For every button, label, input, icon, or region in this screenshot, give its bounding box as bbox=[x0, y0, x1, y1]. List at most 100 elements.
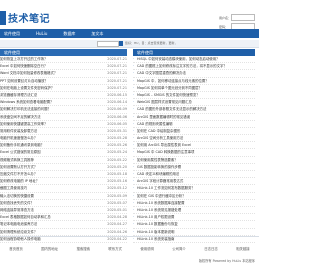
article-title[interactable]: 系统盘空间不足的解决方法 bbox=[0, 114, 90, 120]
list-item[interactable]: HiLink-10 版本更新说明 bbox=[133, 229, 255, 236]
nav-item-software[interactable]: 软件使用 bbox=[0, 31, 28, 37]
list-item[interactable]: 视频格式转换工具推荐 2020-05-22 bbox=[0, 157, 127, 164]
article-title[interactable]: 如何恢复上次打开过的工作簿？ bbox=[0, 56, 90, 62]
article-title[interactable]: PPT 如何设置幻灯片自动播放？ bbox=[0, 78, 90, 84]
article-date: 2020-06-14 bbox=[107, 100, 127, 105]
footer-link[interactable]: 日志日志 bbox=[204, 246, 218, 251]
list-item[interactable]: 笔记本电脑电池保养方法 2020-04-27 bbox=[0, 221, 127, 229]
list-item[interactable]: HiLink-10 工作流如何发布数据服务？ bbox=[133, 185, 255, 193]
list-item[interactable]: 如何用 ArcGIS 导出属性表到 Excel bbox=[133, 142, 255, 150]
list-item[interactable]: 系统盘空间不足的解决方法 2020-06-06 bbox=[0, 114, 127, 121]
search-button[interactable] bbox=[119, 41, 123, 46]
list-item[interactable]: Windows 系统如何查看电脑配置？ 2020-06-14 bbox=[0, 99, 127, 107]
list-item[interactable]: HiLink-10 数据备份与恢复 bbox=[133, 221, 255, 229]
list-item[interactable]: 如何恢复上次打开过的工作簿？ 2020-07-21 bbox=[0, 56, 127, 64]
left-panel-title: 软件使用 bbox=[0, 49, 127, 56]
footer-link[interactable]: 首页首页 bbox=[9, 246, 23, 251]
article-title[interactable]: 浏览器缓存清理方法汇总 bbox=[0, 92, 90, 98]
list-item[interactable]: 如何解决打印机无法连接的问题？ 2020-06-09 bbox=[0, 106, 127, 114]
article-title[interactable]: 如何修改电脑的 IP 地址？ bbox=[0, 178, 90, 184]
list-item[interactable]: 如何清理系统垃圾文件？ 2020-04-26 bbox=[0, 229, 127, 236]
article-title[interactable]: 如何在电脑上设置文件夹密码保护？ bbox=[0, 85, 90, 91]
article-date: 2020-05-24 bbox=[107, 150, 127, 155]
list-item[interactable]: 常用软件安装及卸载方法 2020-05-31 bbox=[0, 128, 127, 136]
article-title[interactable]: Excel 表格数据如何自动求和汇总 bbox=[0, 214, 90, 220]
list-item[interactable]: GIS 数据投影转换的操作步骤 bbox=[133, 164, 255, 171]
article-date: 2020-06-15 bbox=[107, 92, 127, 97]
article-title[interactable]: 如何备份手机通讯录到电脑？ bbox=[0, 142, 90, 148]
list-item[interactable]: Excel 公式错误的常见原因 2020-05-24 bbox=[0, 149, 127, 157]
list-item[interactable]: CAD 的图形外部参照文件无法显示的解决方法 bbox=[133, 106, 255, 114]
article-title[interactable]: Excel 公式错误的常见原因 bbox=[0, 149, 90, 155]
list-item[interactable]: HiLink-10 用户权限设置 bbox=[133, 214, 255, 222]
list-item[interactable]: 电脑开机速度慢怎么办？ 2020-05-28 bbox=[0, 135, 127, 143]
nav-item-database[interactable]: 数据库 bbox=[55, 31, 83, 37]
list-item[interactable]: WebGIS 图层样式设置常见问题汇总 bbox=[133, 99, 255, 107]
list-item[interactable]: 浏览器缓存清理方法汇总 2020-06-15 bbox=[0, 92, 127, 100]
list-item[interactable]: 如何在 GIS 中进行缓冲区分析？ bbox=[133, 193, 255, 200]
article-title[interactable]: 压缩文件打不开怎么办？ bbox=[0, 171, 90, 177]
article-title[interactable]: 如何解决打印机无法连接的问题？ bbox=[0, 106, 90, 112]
article-date: 2020-07-21 bbox=[107, 85, 127, 90]
list-item[interactable]: HiSQL 中如何安装动态模块使用，如何动态启动使用？ bbox=[133, 56, 255, 64]
nav-item-text[interactable]: 加文本 bbox=[83, 31, 111, 37]
list-item[interactable]: Word 文档中如何批量修改表格格式？ 2020-07-21 bbox=[0, 70, 127, 78]
username-input[interactable] bbox=[231, 14, 255, 21]
list-item[interactable]: MapGIS 中 CAD 转换数据的注意事项 bbox=[133, 149, 255, 157]
footer-link[interactable]: 搜索搜索 bbox=[76, 246, 90, 251]
list-item[interactable]: CAD 的图框上如何修改标注文字的方法，将不显示的文字？ bbox=[133, 63, 255, 71]
list-item[interactable]: 输入法切换的快捷设置 2020-05-09 bbox=[0, 193, 127, 200]
list-item[interactable]: MapGIS 中，如何移动连接点与线元素的位置？ bbox=[133, 78, 255, 85]
article-date: 2020-07-21 bbox=[107, 71, 127, 76]
list-item[interactable]: 如何使用快捷键提高工作效率？ 2020-06-05 bbox=[0, 121, 127, 128]
list-item[interactable]: 如何查找丢失的文件？ 2020-05-07 bbox=[0, 200, 127, 207]
list-item[interactable]: MapGIS 如何将单个图元划分到不同图层？ bbox=[133, 85, 255, 92]
article-date: 2020-06-09 bbox=[107, 107, 127, 112]
article-title[interactable]: 常用软件安装及卸载方法 bbox=[0, 128, 90, 134]
footer-link[interactable]: 公司简介 bbox=[172, 246, 186, 251]
article-title[interactable]: 截图工具使用技巧 bbox=[0, 185, 90, 191]
list-item[interactable]: 如何设置默认打开方式？ 2020-05-20 bbox=[0, 164, 127, 171]
article-title[interactable]: 如何使用快捷键提高工作效率？ bbox=[0, 121, 90, 127]
list-item[interactable]: ArcGIS 空间分析工具使用方法 bbox=[133, 135, 255, 143]
list-item[interactable]: 如何备份手机通讯录到电脑？ 2020-05-26 bbox=[0, 142, 127, 150]
article-title[interactable]: 如何清理系统垃圾文件？ bbox=[0, 229, 90, 235]
list-item[interactable]: 压缩文件打不开怎么办？ 2020-05-18 bbox=[0, 171, 127, 179]
list-item[interactable]: HiLink-10 系统数据库连接配置 bbox=[133, 200, 255, 207]
list-item[interactable]: 如何修改电脑的 IP 地址？ 2020-05-16 bbox=[0, 178, 127, 186]
list-item[interactable]: 如何在 CAD 中绘制复杂图形 bbox=[133, 128, 255, 136]
article-title[interactable]: Word 文档中如何批量修改表格格式？ bbox=[0, 70, 90, 76]
password-label: 密码： bbox=[219, 24, 229, 29]
article-title[interactable]: Windows 系统如何查看电脑配置？ bbox=[0, 99, 90, 105]
header: 技术笔记 用户名： 密码： bbox=[0, 0, 259, 30]
site-logo[interactable]: 技术笔记 bbox=[0, 10, 50, 25]
list-item[interactable]: 网络连接异常排查方法 2020-05-01 bbox=[0, 207, 127, 215]
list-item[interactable]: HiLink-10 系统常见报错处理 bbox=[133, 207, 255, 215]
footer-link[interactable]: 国内的地址 bbox=[41, 246, 58, 251]
footer-link[interactable]: 相关链接 bbox=[236, 246, 250, 251]
nav-item-huliu[interactable]: HuLiu bbox=[28, 31, 55, 36]
list-item[interactable]: MapGIS – SMGIS 的文件如何快速预览？ bbox=[133, 92, 255, 100]
article-title[interactable]: 电脑开机速度慢怎么办？ bbox=[0, 135, 90, 141]
article-title[interactable]: 如何设置默认打开方式？ bbox=[0, 164, 90, 170]
list-item[interactable]: Excel 中如何快速删除空白行？ 2020-07-21 bbox=[0, 63, 127, 71]
list-item[interactable]: Excel 表格数据如何自动求和汇总 2020-04-28 bbox=[0, 214, 127, 222]
article-title[interactable]: 网络连接异常排查方法 bbox=[0, 207, 90, 213]
list-item[interactable]: 如何在电脑上设置文件夹密码保护？ 2020-07-21 bbox=[0, 85, 127, 92]
article-title[interactable]: 如何查找丢失的文件？ bbox=[0, 200, 90, 206]
footer-link[interactable]: 使用说明 bbox=[140, 246, 154, 251]
article-title[interactable]: 笔记本电脑电池保养方法 bbox=[0, 221, 90, 227]
list-item[interactable]: 截图工具使用技巧 2020-05-12 bbox=[0, 185, 127, 193]
list-item[interactable]: CAD 的规则块属性编辑 bbox=[133, 121, 255, 128]
search-input[interactable] bbox=[97, 41, 119, 47]
list-item[interactable]: ArcGIS 里面数据编辑时的常见错误 bbox=[133, 114, 255, 121]
list-item[interactable]: CAD 中文字图层重叠的解决办法 bbox=[133, 70, 255, 78]
list-item[interactable]: CAD 块定义和块编辑的用法 bbox=[133, 171, 255, 179]
article-title[interactable]: 视频格式转换工具推荐 bbox=[0, 157, 90, 163]
article-title[interactable]: 输入法切换的快捷设置 bbox=[0, 193, 90, 199]
article-title[interactable]: Excel 中如何快速删除空白行？ bbox=[0, 63, 90, 69]
footer-link[interactable]: 联系方式 bbox=[108, 246, 122, 251]
list-item[interactable]: 如何使用属性表筛选要素？ bbox=[133, 157, 255, 164]
list-item[interactable]: PPT 如何设置幻灯片自动播放？ 2020-07-21 bbox=[0, 78, 127, 85]
list-item[interactable]: ArcGIS 字段计算器常用表达式 bbox=[133, 178, 255, 186]
